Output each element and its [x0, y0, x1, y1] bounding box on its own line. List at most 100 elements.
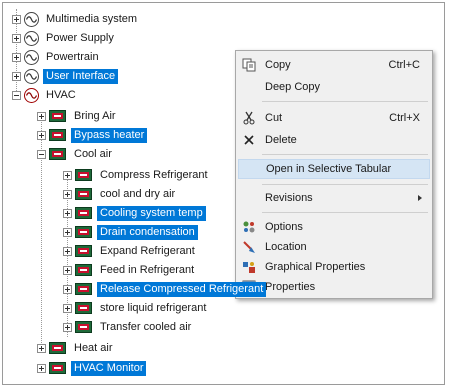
function-block-icon: [75, 283, 92, 295]
function-block-icon: [75, 264, 92, 276]
menu-item-options[interactable]: Options: [238, 217, 430, 237]
tree-item-heat-air[interactable]: Heat air: [37, 340, 116, 356]
menu-item-label: Open in Selective Tabular: [266, 163, 392, 175]
expand-icon[interactable]: [63, 208, 72, 218]
tree-item-drain-condensation[interactable]: Drain condensation: [63, 224, 198, 240]
options-icon: [238, 220, 260, 234]
function-block-icon: [49, 342, 66, 354]
menu-item-label: Properties: [265, 281, 316, 293]
menu-item-label: Cut: [265, 112, 283, 124]
tree-item-label: User Interface: [43, 68, 119, 84]
tree-item-label: Expand Refrigerant: [100, 244, 195, 257]
tree-item-expand-refrigerant[interactable]: Expand Refrigerant: [63, 243, 198, 259]
tree-item-label: Drain condensation: [97, 224, 198, 240]
expand-icon[interactable]: [63, 189, 72, 199]
menu-item-copy[interactable]: Copy Ctrl+C: [238, 55, 430, 75]
tree-item-label: Transfer cooled air: [100, 320, 192, 333]
submenu-arrow-icon: [418, 195, 422, 201]
expand-icon[interactable]: [63, 246, 72, 256]
tree-item-powertrain[interactable]: Powertrain: [12, 49, 102, 65]
expand-icon[interactable]: [63, 265, 72, 275]
menu-item-revisions[interactable]: Revisions: [238, 188, 430, 208]
tree-item-label: HVAC Monitor: [71, 360, 147, 376]
tree-item-hvac-monitor[interactable]: HVAC Monitor: [37, 360, 147, 376]
menu-item-shortcut: Ctrl+X: [389, 112, 420, 124]
tree-item-label: Heat air: [74, 341, 113, 354]
menu-separator: [262, 154, 428, 155]
menu-item-delete[interactable]: Delete: [238, 130, 430, 150]
menu-item-deep-copy[interactable]: Deep Copy: [238, 77, 430, 97]
tree-item-label: Multimedia system: [46, 12, 138, 25]
expand-icon[interactable]: [63, 227, 72, 237]
tree-item-label: Compress Refrigerant: [100, 168, 208, 181]
tree-item-store-liquid-refrigerant[interactable]: store liquid refrigerant: [63, 300, 209, 316]
tree-item-compress-refrigerant[interactable]: Compress Refrigerant: [63, 167, 211, 183]
menu-item-label: Graphical Properties: [265, 261, 366, 273]
expand-icon[interactable]: [63, 284, 72, 294]
tree-item-bypass-heater[interactable]: Bypass heater: [37, 127, 148, 143]
tree-item-cool-and-dry-air[interactable]: cool and dry air: [63, 186, 178, 202]
menu-item-label: Location: [265, 241, 307, 253]
tree-item-label: store liquid refrigerant: [100, 301, 207, 314]
expand-icon[interactable]: [12, 71, 21, 81]
expand-icon[interactable]: [63, 322, 72, 332]
function-block-icon: [75, 169, 92, 181]
sine-circle-icon: [24, 30, 39, 46]
expand-icon[interactable]: [37, 111, 46, 121]
copy-icon: [238, 58, 260, 72]
menu-item-properties[interactable]: Properties: [238, 277, 430, 297]
function-block-icon: [75, 226, 92, 238]
scissors-icon: [238, 111, 260, 125]
graphical-properties-icon: [238, 260, 260, 274]
menu-separator: [262, 184, 428, 185]
context-menu: Copy Ctrl+C Deep Copy Cut Ctrl+X Delete …: [235, 50, 433, 299]
sine-circle-icon: [24, 49, 39, 65]
expand-icon[interactable]: [12, 52, 21, 62]
tree-item-label: Feed in Refrigerant: [100, 263, 195, 276]
function-block-icon: [49, 148, 66, 160]
menu-item-location[interactable]: Location: [238, 237, 430, 257]
expand-icon[interactable]: [63, 170, 72, 180]
expand-icon[interactable]: [12, 33, 21, 43]
expand-icon[interactable]: [37, 363, 46, 373]
collapse-icon[interactable]: [12, 90, 21, 100]
function-block-icon: [75, 321, 92, 333]
sine-circle-icon: [24, 68, 39, 84]
tree-item-multimedia-system[interactable]: Multimedia system: [12, 11, 140, 27]
function-block-icon: [49, 110, 66, 122]
tree-item-label: Bypass heater: [71, 127, 148, 143]
expand-icon[interactable]: [12, 14, 21, 24]
tree-item-transfer-cooled-air[interactable]: Transfer cooled air: [63, 319, 194, 335]
tree-item-user-interface[interactable]: User Interface: [12, 68, 119, 84]
expand-icon[interactable]: [37, 343, 46, 353]
function-block-icon: [49, 362, 66, 374]
tree-item-label: HVAC: [46, 88, 76, 101]
collapse-icon[interactable]: [37, 149, 46, 159]
menu-item-open-selective-tabular[interactable]: Open in Selective Tabular: [238, 159, 430, 179]
function-block-icon: [75, 245, 92, 257]
tree-item-hvac[interactable]: HVAC: [12, 87, 79, 103]
tree-item-label: Cool air: [74, 147, 112, 160]
expand-icon[interactable]: [37, 130, 46, 140]
tree-item-label: Release Compressed Refrigerant: [97, 281, 267, 297]
tree-item-label: Cooling system temp: [97, 205, 206, 221]
function-block-icon: [49, 129, 66, 141]
tree-item-release-compressed-refrigerant[interactable]: Release Compressed Refrigerant: [63, 281, 267, 297]
function-block-icon: [75, 207, 92, 219]
menu-item-shortcut: Ctrl+C: [388, 59, 420, 71]
expand-icon[interactable]: [63, 303, 72, 313]
tree-item-label: Powertrain: [46, 50, 99, 63]
tree-item-feed-in-refrigerant[interactable]: Feed in Refrigerant: [63, 262, 197, 278]
tree-panel: Multimedia system Power Supply Powertrai…: [2, 2, 445, 385]
menu-item-label: Deep Copy: [265, 81, 321, 93]
menu-item-cut[interactable]: Cut Ctrl+X: [238, 108, 430, 128]
menu-item-label: Revisions: [265, 192, 313, 204]
tree-item-cool-air[interactable]: Cool air: [37, 146, 115, 162]
tree-item-bring-air[interactable]: Bring Air: [37, 108, 119, 124]
tree-item-label: Bring Air: [74, 109, 116, 122]
tree-item-power-supply[interactable]: Power Supply: [12, 30, 117, 46]
tree-item-cooling-system-temp[interactable]: Cooling system temp: [63, 205, 206, 221]
menu-item-graphical-properties[interactable]: Graphical Properties: [238, 257, 430, 277]
location-icon: [238, 240, 260, 254]
sine-circle-icon: [24, 11, 39, 27]
